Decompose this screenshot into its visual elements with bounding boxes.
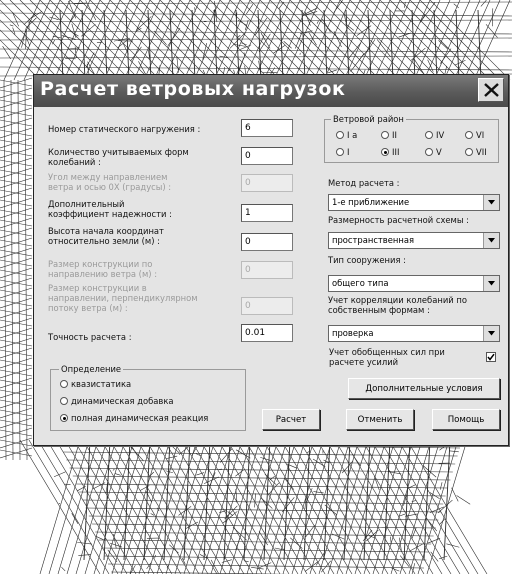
wind-region-radio-row2-4[interactable]: VII [465,147,487,157]
radio-label: II [392,130,397,140]
combo-value: общего типа [332,278,389,288]
radio-label: III [392,147,400,157]
field-input-6 [241,261,293,279]
radio-label: квазистатика [71,379,132,389]
combo-value: проверка [332,328,374,338]
dropdown-arrow-icon[interactable] [483,276,499,291]
wind-region-group-title: Ветровой район [331,114,406,124]
field-label-3: Угол между направлением ветра и осью 0X … [48,172,172,192]
calc-button[interactable]: Расчет [262,409,320,430]
combo-select-3[interactable]: общего типа [328,275,500,292]
definition-radio-1[interactable]: квазистатика [60,379,131,389]
field-label-6: Размер конструкции по направлению ветра … [48,259,158,279]
close-icon [484,83,499,97]
combo-label-3: Тип сооружения : [328,255,406,265]
field-label-8: Точность расчета : [48,332,132,342]
radio-circle [60,380,68,388]
dropdown-arrow-icon[interactable] [483,326,499,341]
extra-conditions-button[interactable]: Дополнительные условия [348,378,500,399]
radio-label: I a [347,130,358,140]
radio-label: VI [476,130,485,140]
dropdown-arrow-icon[interactable] [483,233,499,248]
wind-region-radio-row2-2[interactable]: III [381,147,399,157]
radio-circle [465,148,473,156]
generalized-forces-checkbox[interactable] [486,352,496,362]
combo-select-4[interactable]: проверка [328,325,500,342]
field-label-7: Размер конструкции в направлении, перпен… [48,283,198,313]
combo-label-4: Учет корреляции колебаний по собственным… [328,295,467,315]
field-label-2: Количество учитываемых форм колебаний : [48,147,189,167]
radio-circle [336,131,344,139]
field-input-2[interactable] [241,147,293,165]
field-input-4[interactable] [241,204,293,222]
wind-region-radio-row2-3[interactable]: V [425,147,442,157]
combo-value: 1-е приближение [332,197,410,207]
combo-select-1[interactable]: 1-е приближение [328,194,500,211]
help-button[interactable]: Помощь [432,409,500,430]
radio-label: V [436,147,442,157]
definition-radio-2[interactable]: динамическая добавка [60,396,174,406]
radio-circle [336,148,344,156]
radio-circle [381,148,389,156]
definition-radio-3[interactable]: полная динамическая реакция [60,413,208,423]
wind-region-radio-row1-1[interactable]: I a [336,130,357,140]
radio-circle [465,131,473,139]
radio-label: динамическая добавка [71,396,174,406]
radio-circle [60,397,68,405]
combo-label-2: Размерность расчетной схемы : [328,215,469,225]
field-input-8[interactable] [241,324,293,342]
field-input-7 [241,297,293,315]
wind-load-dialog: Расчет ветровых нагрузок Номер статическ… [33,74,509,446]
dialog-titlebar: Расчет ветровых нагрузок [34,75,508,107]
radio-circle [425,131,433,139]
field-label-4: Дополнительный коэффициент надежности : [48,199,172,219]
radio-label: IV [436,130,445,140]
field-label-1: Номер статического нагружения : [48,124,201,134]
combo-label-1: Метод расчета : [328,178,400,188]
radio-label: полная динамическая реакция [71,413,209,423]
radio-label: VII [476,147,487,157]
checkmark-icon [487,353,495,361]
dialog-title: Расчет ветровых нагрузок [40,78,346,100]
field-label-5: Высота начала координат относительно зем… [48,226,164,246]
close-button[interactable] [478,78,504,102]
field-input-3 [241,174,293,192]
radio-circle [381,131,389,139]
field-input-5[interactable] [241,233,293,251]
generalized-forces-label: Учет обобщенных сил при расчете усилий [329,347,445,367]
dropdown-arrow-icon[interactable] [483,195,499,210]
wind-region-radio-row2-1[interactable]: I [336,147,349,157]
radio-label: I [347,147,350,157]
wind-region-radio-row1-4[interactable]: VI [465,130,484,140]
combo-value: пространственная [332,235,415,245]
definition-group-title: Определение [59,364,124,374]
radio-circle [425,148,433,156]
radio-circle [60,414,68,422]
field-input-1[interactable] [241,119,293,137]
cancel-button[interactable]: Отменить [346,409,414,430]
combo-select-2[interactable]: пространственная [328,232,500,249]
wind-region-radio-row1-2[interactable]: II [381,130,397,140]
wind-region-radio-row1-3[interactable]: IV [425,130,444,140]
